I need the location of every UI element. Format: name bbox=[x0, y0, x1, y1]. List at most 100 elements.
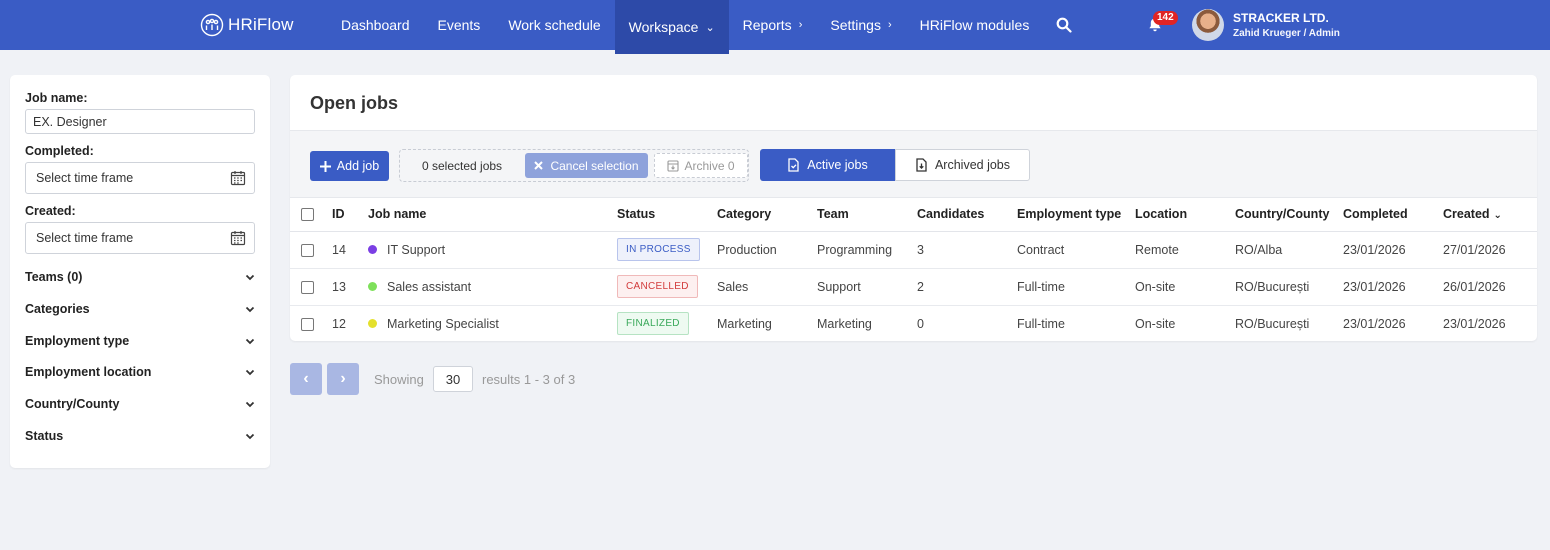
col-header[interactable]: Country/County bbox=[1235, 198, 1343, 232]
col-header[interactable]: Status bbox=[617, 198, 717, 232]
filter-accordion-categories[interactable]: Categories bbox=[25, 302, 255, 316]
nav-item-settings[interactable]: Settings › bbox=[816, 0, 905, 50]
col-header[interactable]: Location bbox=[1135, 198, 1235, 232]
table-row[interactable]: 12 Marketing Specialist FINALIZED Marketing… bbox=[290, 305, 1537, 341]
col-header[interactable]: Employment type bbox=[1017, 198, 1135, 232]
archive-label: Archive 0 bbox=[684, 158, 735, 173]
category-cell: Sales bbox=[717, 268, 817, 306]
avatar[interactable] bbox=[1192, 9, 1224, 41]
results-summary: results 1 - 3 of 3 bbox=[482, 372, 576, 387]
created-date-field[interactable]: Select time frame bbox=[25, 222, 255, 254]
company-name[interactable]: STRACKER LTD. bbox=[1233, 11, 1329, 25]
country-cell: RO/București bbox=[1235, 268, 1343, 306]
tab-archived-jobs[interactable]: Archived jobs bbox=[895, 149, 1030, 181]
table-row[interactable]: 13 Sales assistant CANCELLED Sales Support 2 F… bbox=[290, 268, 1537, 306]
job-id: 14 bbox=[332, 231, 368, 269]
chevron-right-icon: › bbox=[798, 19, 803, 31]
row-checkbox[interactable] bbox=[301, 317, 314, 331]
nav-item-label: Dashboard bbox=[341, 17, 410, 33]
chevron-down-icon bbox=[245, 274, 255, 281]
tab-archived-label: Archived jobs bbox=[934, 158, 1011, 172]
completed-cell: 23/01/2026 bbox=[1343, 268, 1443, 306]
document-download-icon bbox=[916, 158, 927, 172]
col-header[interactable]: Candidates bbox=[917, 198, 1017, 232]
job-name: IT Support bbox=[387, 242, 446, 257]
col-header[interactable]: Completed bbox=[1343, 198, 1443, 232]
chevron-down-icon bbox=[245, 306, 255, 313]
col-header[interactable]: Team bbox=[817, 198, 917, 232]
employment-type-cell: Full-time bbox=[1017, 316, 1065, 331]
chevron-right-icon: › bbox=[340, 370, 346, 387]
accordion-label: Country/County bbox=[25, 397, 120, 411]
jobs-panel: Open jobs Add job 0 selected jobs Cancel… bbox=[290, 75, 1537, 341]
location-cell: Remote bbox=[1135, 231, 1235, 269]
next-page-button[interactable]: › bbox=[327, 363, 359, 395]
status-badge: CANCELLED bbox=[617, 275, 698, 298]
archive-button[interactable]: Archive 0 bbox=[654, 153, 748, 178]
job-id: 13 bbox=[332, 268, 368, 306]
job-name-value: EX. Designer bbox=[33, 114, 107, 129]
page-title: Open jobs bbox=[310, 93, 399, 113]
employment-type-cell: Contract bbox=[1017, 231, 1135, 269]
per-page-value: 30 bbox=[445, 371, 461, 387]
selection-group: 0 selected jobs Cancel selection Archive… bbox=[399, 149, 749, 182]
job-name-cell[interactable]: Sales assistant bbox=[368, 268, 617, 306]
created-cell: 26/01/2026 bbox=[1443, 268, 1537, 306]
row-checkbox[interactable] bbox=[301, 280, 314, 294]
job-name-label: Job name: bbox=[25, 91, 88, 105]
location-cell: On-site bbox=[1135, 316, 1176, 331]
col-header[interactable]: ID bbox=[332, 198, 368, 232]
completed-placeholder: Select time frame bbox=[36, 171, 134, 185]
status-badge: FINALIZED bbox=[617, 312, 689, 336]
col-header[interactable]: Category bbox=[717, 198, 817, 232]
table-row[interactable]: 14 IT Support IN PROCESS Production Programm… bbox=[290, 231, 1537, 269]
filter-accordion-employment-type[interactable]: Employment type bbox=[25, 334, 255, 348]
completed-date-field[interactable]: Select time frame bbox=[25, 162, 255, 194]
job-name-input[interactable]: EX. Designer bbox=[25, 109, 255, 134]
close-icon bbox=[534, 161, 544, 170]
nav-item-hriflow-modules[interactable]: HRiFlow modules bbox=[906, 0, 1044, 50]
completed-cell: 23/01/2026 bbox=[1343, 316, 1406, 331]
per-page-input[interactable]: 30 bbox=[433, 366, 473, 392]
jobs-toolbar: Add job 0 selected jobs Cancel selection… bbox=[290, 130, 1537, 198]
filter-accordion-employment-location[interactable]: Employment location bbox=[25, 365, 255, 379]
employment-type-cell: Full-time bbox=[1017, 268, 1135, 306]
job-name: Marketing Specialist bbox=[387, 316, 499, 331]
prev-page-button[interactable]: ‹ bbox=[290, 363, 322, 395]
country-cell: RO/București bbox=[1235, 316, 1310, 331]
chevron-down-icon: ⌄ bbox=[705, 21, 715, 34]
row-checkbox[interactable] bbox=[301, 243, 314, 257]
nav-item-label: Events bbox=[437, 17, 481, 33]
job-name-cell[interactable]: IT Support bbox=[368, 231, 617, 269]
nav-item-dashboard[interactable]: Dashboard bbox=[327, 0, 424, 50]
chevron-right-icon: › bbox=[887, 19, 892, 31]
country-cell: RO/Alba bbox=[1235, 231, 1343, 269]
search-icon[interactable] bbox=[1056, 17, 1072, 33]
nav-item-reports[interactable]: Reports › bbox=[729, 0, 817, 50]
nav-item-events[interactable]: Events bbox=[424, 0, 495, 50]
cancel-selection-button[interactable]: Cancel selection bbox=[525, 153, 648, 178]
user-name[interactable]: Zahid Krueger / Admin bbox=[1233, 28, 1340, 39]
calendar-icon[interactable] bbox=[230, 230, 246, 246]
tab-active-jobs[interactable]: Active jobs bbox=[760, 149, 895, 181]
filter-accordion-teams-0[interactable]: Teams (0) bbox=[25, 270, 255, 284]
filter-accordion-status[interactable]: Status bbox=[25, 429, 255, 443]
candidates-cell: 0 bbox=[917, 316, 924, 331]
nav-item-workspace[interactable]: Workspace ⌄ bbox=[614, 0, 729, 54]
chevron-down-icon bbox=[245, 433, 255, 440]
filter-accordion-country-county[interactable]: Country/County bbox=[25, 397, 255, 411]
add-job-button[interactable]: Add job bbox=[310, 151, 389, 181]
app-logo[interactable]: HRiFlow bbox=[200, 13, 294, 37]
chevron-down-icon bbox=[245, 338, 255, 345]
team-cell: Support bbox=[817, 268, 917, 306]
app-name: HRiFlow bbox=[228, 15, 294, 34]
calendar-icon[interactable] bbox=[230, 170, 246, 186]
nav-item-work-schedule[interactable]: Work schedule bbox=[494, 0, 614, 50]
document-check-icon bbox=[788, 158, 799, 172]
job-name-cell[interactable]: Marketing Specialist bbox=[368, 305, 617, 341]
col-header-created[interactable]: Created ⌄ bbox=[1443, 198, 1537, 232]
candidates-cell: 3 bbox=[917, 231, 1017, 269]
color-dot bbox=[368, 318, 377, 328]
select-all-checkbox[interactable] bbox=[301, 208, 314, 222]
col-header[interactable]: Job name bbox=[368, 198, 617, 232]
